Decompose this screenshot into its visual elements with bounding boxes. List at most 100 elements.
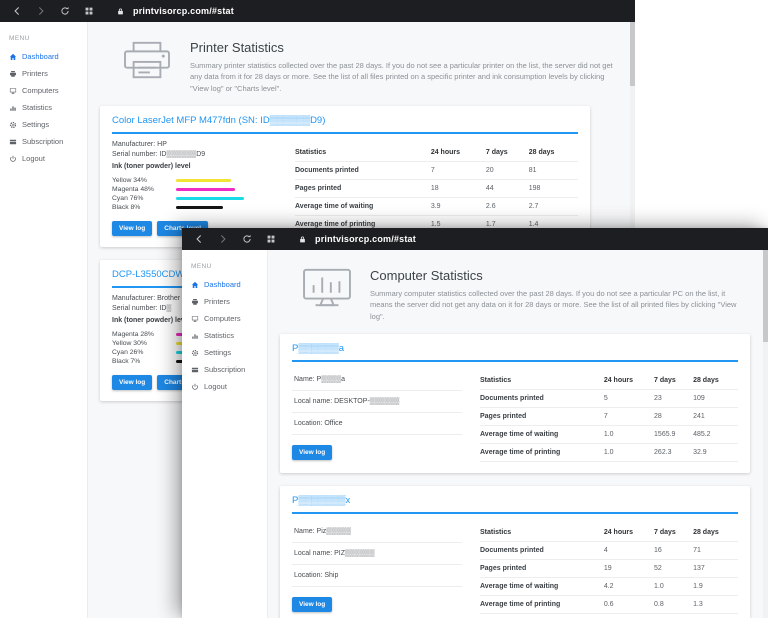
statistics-icon: [191, 332, 199, 340]
sidebar-item-printers[interactable]: Printers: [182, 293, 267, 310]
computer-stats-table: Statistics24 hours7 days28 daysDocuments…: [480, 372, 738, 462]
printer-details: Manufacturer: HP Serial number: ID▒▒▒▒▒▒…: [112, 141, 277, 236]
view-log-button[interactable]: View log: [112, 375, 152, 390]
browser-window-computer-statistics: printvisorcp.com/#stat MENU DashboardPri…: [182, 228, 768, 618]
serial-number-line: Serial number: ID▒▒▒▒▒▒D9: [112, 151, 277, 158]
sidebar-item-computers[interactable]: Computers: [0, 82, 87, 99]
page-title: Computer Statistics: [370, 268, 748, 283]
table-row: Documents printed523109: [480, 389, 738, 407]
back-button[interactable]: [10, 4, 24, 18]
address-url[interactable]: printvisorcp.com/#stat: [315, 234, 416, 244]
sidebar-item-settings[interactable]: Settings: [0, 116, 87, 133]
forward-button[interactable]: [34, 4, 48, 18]
home-icon: [9, 53, 17, 61]
detail-field: Local name: DESKTOP-▒▒▒▒▒▒: [292, 391, 462, 413]
sidebar-item-statistics[interactable]: Statistics: [182, 327, 267, 344]
view-log-button[interactable]: View log: [292, 445, 332, 460]
computer-details: Name: P▒▒▒▒aLocal name: DESKTOP-▒▒▒▒▒▒Lo…: [292, 369, 462, 462]
computer-title: P▒▒▒▒▒▒▒x: [292, 493, 738, 514]
table-header-row: Statistics24 hours7 days28 days: [295, 144, 578, 162]
sidebar-item-subscription[interactable]: Subscription: [0, 133, 87, 150]
address-url[interactable]: printvisorcp.com/#stat: [133, 6, 234, 16]
computer-illustration-icon: [300, 266, 354, 315]
computer-icon: [191, 315, 199, 323]
table-row: Pages printed728241: [480, 407, 738, 425]
sidebar-item-logout[interactable]: Logout: [0, 150, 87, 167]
computer-card-body: Name: Piz▒▒▒▒▒Local name: PIZ▒▒▒▒▒▒Locat…: [292, 521, 738, 614]
sidebar-item-subscription[interactable]: Subscription: [182, 361, 267, 378]
apps-button[interactable]: [82, 4, 96, 18]
apps-button[interactable]: [264, 232, 278, 246]
refresh-button[interactable]: [58, 4, 72, 18]
menu-heading: MENU: [0, 35, 87, 48]
table-row: Pages printed1952137: [480, 559, 738, 577]
computer-details: Name: Piz▒▒▒▒▒Local name: PIZ▒▒▒▒▒▒Locat…: [292, 521, 462, 614]
subscription-icon: [9, 138, 17, 146]
ink-level-row: Yellow 34%: [112, 176, 277, 185]
table-header-row: Statistics24 hours7 days28 days: [480, 372, 738, 390]
scrollbar-thumb[interactable]: [763, 250, 768, 342]
table-row: Average time of printing0.60.81.3: [480, 595, 738, 613]
settings-icon: [191, 349, 199, 357]
app-body: MENU DashboardPrintersComputersStatistic…: [182, 250, 768, 618]
lock-icon: [116, 5, 128, 17]
ink-levels: Yellow 34%Magenta 48%Cyan 76%Black 8%: [112, 176, 277, 212]
sidebar-item-computers[interactable]: Computers: [182, 310, 267, 327]
scrollbar-thumb[interactable]: [630, 22, 635, 86]
detail-field: Name: Piz▒▒▒▒▒: [292, 521, 462, 543]
table-row: Average time of printing1.0262.332.9: [480, 443, 738, 461]
printer-icon: [191, 298, 199, 306]
sidebar-item-printers[interactable]: Printers: [0, 65, 87, 82]
sidebar-item-settings[interactable]: Settings: [182, 344, 267, 361]
printer-card: Color LaserJet MFP M477fdn (SN: ID▒▒▒▒▒▒…: [100, 106, 590, 247]
detail-field: Name: P▒▒▒▒a: [292, 369, 462, 391]
detail-field: Location: Office: [292, 413, 462, 435]
table-row: Documents printed72081: [295, 161, 578, 179]
settings-icon: [9, 121, 17, 129]
ink-level-row: Cyan 76%: [112, 194, 277, 203]
printer-icon: [9, 70, 17, 78]
table-row: Pages printed1844198: [295, 179, 578, 197]
table-header-row: Statistics24 hours7 days28 days: [480, 524, 738, 542]
table-row: Documents printed41671: [480, 541, 738, 559]
subscription-icon: [191, 366, 199, 374]
view-log-button[interactable]: View log: [292, 597, 332, 612]
detail-field: Local name: PIZ▒▒▒▒▒▒: [292, 543, 462, 565]
sidebar-item-dashboard[interactable]: Dashboard: [0, 48, 87, 65]
menu: DashboardPrintersComputersStatisticsSett…: [0, 48, 87, 167]
manufacturer-line: Manufacturer: HP: [112, 141, 277, 148]
computer-statistics-page: Computer Statistics Summary computer sta…: [268, 250, 768, 618]
computer-fields: Name: Piz▒▒▒▒▒Local name: PIZ▒▒▒▒▒▒Locat…: [292, 521, 462, 587]
sidebar: MENU DashboardPrintersComputersStatistic…: [182, 250, 268, 618]
printer-title: Color LaserJet MFP M477fdn (SN: ID▒▒▒▒▒▒…: [112, 113, 578, 134]
table-row: Average time of waiting1.01565.9485.2: [480, 425, 738, 443]
scrollbar[interactable]: [763, 250, 768, 618]
computer-card-body: Name: P▒▒▒▒aLocal name: DESKTOP-▒▒▒▒▒▒Lo…: [292, 369, 738, 462]
computer-icon: [9, 87, 17, 95]
sidebar: MENU DashboardPrintersComputersStatistic…: [0, 22, 88, 618]
back-button[interactable]: [192, 232, 206, 246]
sidebar-item-dashboard[interactable]: Dashboard: [182, 276, 267, 293]
lock-icon: [298, 233, 310, 245]
page-header: Printer Statistics Summary printer stati…: [100, 30, 635, 106]
sidebar-item-statistics[interactable]: Statistics: [0, 99, 87, 116]
page-title: Printer Statistics: [190, 40, 615, 55]
forward-button[interactable]: [216, 232, 230, 246]
computer-title: P▒▒▒▒▒▒a: [292, 341, 738, 362]
ink-level-bar: [176, 206, 223, 209]
refresh-button[interactable]: [240, 232, 254, 246]
browser-chrome: printvisorcp.com/#stat: [182, 228, 768, 250]
sidebar-item-logout[interactable]: Logout: [182, 378, 267, 395]
printer-illustration-icon: [120, 38, 174, 87]
menu-heading: MENU: [182, 263, 267, 276]
computer-fields: Name: P▒▒▒▒aLocal name: DESKTOP-▒▒▒▒▒▒Lo…: [292, 369, 462, 435]
detail-field: Location: Ship: [292, 565, 462, 587]
view-log-button[interactable]: View log: [112, 221, 152, 236]
menu: DashboardPrintersComputersStatisticsSett…: [182, 276, 267, 395]
computer-card: P▒▒▒▒▒▒a Name: P▒▒▒▒aLocal name: DESKTOP…: [280, 334, 750, 473]
home-icon: [191, 281, 199, 289]
ink-level-bar: [176, 188, 235, 191]
page-header: Computer Statistics Summary computer sta…: [280, 258, 768, 334]
logout-icon: [191, 383, 199, 391]
page-description: Summary computer statistics collected ov…: [370, 288, 748, 322]
